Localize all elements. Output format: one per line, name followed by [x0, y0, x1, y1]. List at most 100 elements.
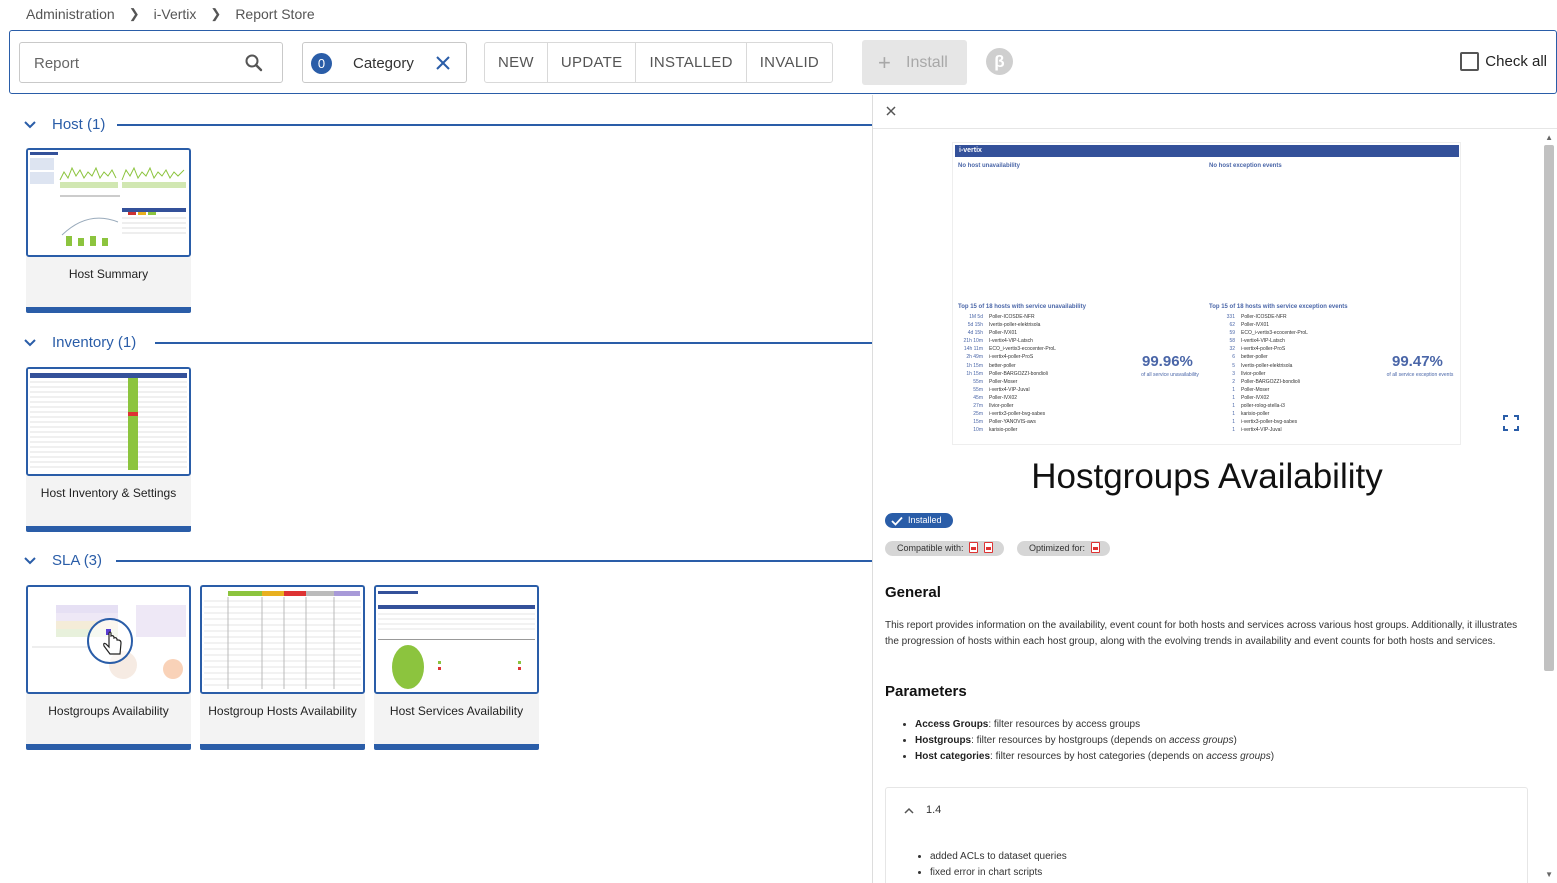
install-button[interactable]: + Install — [862, 40, 967, 85]
breadcrumb-administration[interactable]: Administration — [26, 6, 115, 22]
changelog-item: added ACLs to dataset queries — [930, 849, 1067, 865]
category-label: Category — [353, 55, 414, 72]
breadcrumb-report-store: Report Store — [235, 6, 315, 22]
report-card-host-inventory[interactable]: Host Inventory & Settings — [26, 367, 191, 532]
check-all[interactable]: Check all — [1460, 52, 1547, 71]
plus-icon: + — [878, 50, 891, 75]
changelog-version[interactable]: 1.4 — [926, 804, 941, 816]
pdf-icon — [1090, 542, 1100, 553]
section-title: SLA (3) — [52, 552, 103, 569]
section-divider — [155, 342, 872, 344]
beta-icon[interactable]: β — [986, 48, 1013, 75]
report-thumbnail — [26, 148, 191, 257]
filter-new-button[interactable]: NEW — [485, 43, 548, 82]
report-card-title: Host Services Availability — [389, 704, 524, 718]
scrollbar-thumb[interactable] — [1544, 145, 1554, 671]
report-card-title: Hostgroup Hosts Availability — [208, 704, 357, 718]
preview-list-left: 1M 5d Poller-ICOSDE-NFR 5d 15h Ivertix-pol… — [963, 314, 1056, 434]
category-count-badge: 0 — [311, 53, 332, 74]
search-box — [19, 42, 283, 83]
report-card-hostgroups-availability[interactable]: Hostgroups Availability — [26, 585, 191, 750]
parameter-item: Host categories: filter resources by hos… — [915, 749, 1535, 765]
close-icon[interactable] — [885, 105, 897, 117]
preview-pct-right: 99.47% — [1392, 353, 1443, 370]
section-divider — [116, 560, 872, 562]
search-icon[interactable] — [244, 53, 264, 73]
section-sla-header[interactable]: SLA (3) — [22, 552, 102, 569]
scroll-up-arrow-icon[interactable]: ▲ — [1545, 133, 1553, 142]
general-description: This report provides information on the … — [885, 620, 1518, 647]
close-icon[interactable] — [434, 54, 452, 72]
preview-pct-left: 99.96% — [1142, 353, 1193, 370]
filter-update-button[interactable]: UPDATE — [548, 43, 637, 82]
report-card-accent-bar — [26, 744, 191, 750]
report-thumbnail — [26, 367, 191, 476]
section-divider — [117, 124, 872, 126]
report-card-accent-bar — [200, 744, 365, 750]
install-button-label: Install — [906, 54, 948, 71]
compatible-with-tag: Compatible with: — [885, 541, 1004, 556]
chevron-right-icon: ❯ — [210, 6, 222, 21]
chevron-up-icon[interactable] — [904, 806, 914, 816]
section-inventory-header[interactable]: Inventory (1) — [22, 334, 136, 351]
check-all-label: Check all — [1485, 53, 1547, 70]
scroll-down-arrow-icon[interactable]: ▼ — [1545, 870, 1553, 879]
section-host-header[interactable]: Host (1) — [22, 116, 105, 133]
breadcrumb: Administration ❯ i-Vertix ❯ Report Store — [26, 6, 315, 22]
chevron-right-icon: ❯ — [128, 6, 140, 21]
changelog-panel: 1.4 added ACLs to dataset queries fixed … — [885, 787, 1528, 883]
report-card-accent-bar — [374, 744, 539, 750]
preview-table-title-right: Top 15 of 18 hosts with service exceptio… — [1209, 304, 1348, 310]
preview-note-right: No host exception events — [1209, 163, 1282, 169]
search-input[interactable] — [34, 53, 234, 73]
chevron-down-icon — [24, 338, 36, 346]
preview-caption-right: of all service exception events — [1386, 372, 1454, 378]
report-card-hostgroup-hosts-availability[interactable]: Hostgroup Hosts Availability — [200, 585, 365, 750]
fullscreen-icon[interactable] — [1503, 415, 1519, 431]
report-card-accent-bar — [26, 526, 191, 532]
preview-note-left: No host unavailability — [958, 163, 1021, 169]
detail-panel-topbar — [873, 95, 1557, 129]
hand-cursor-icon — [103, 629, 122, 655]
report-card-host-services-availability[interactable]: Host Services Availability — [374, 585, 539, 750]
preview-list-right: 331 Poller-ICOSDE-NFR 62 Poller-IVX01 59 EC… — [1226, 314, 1308, 434]
parameters-heading: Parameters — [885, 683, 967, 700]
optimized-for-label: Optimized for: — [1029, 543, 1086, 553]
filter-installed-button[interactable]: INSTALLED — [636, 43, 747, 82]
preview-caption-left: of all service unavailability — [1141, 372, 1199, 378]
preview-table-title-left: Top 15 of 18 hosts with service unavaila… — [958, 304, 1086, 310]
chevron-down-icon — [24, 120, 36, 128]
parameter-item: Hostgroups: filter resources by hostgrou… — [915, 733, 1535, 749]
section-title: Host (1) — [52, 116, 106, 133]
compatible-with-label: Compatible with: — [897, 543, 964, 553]
report-card-accent-bar — [26, 307, 191, 313]
parameters-list: Access Groups: filter resources by acces… — [915, 717, 1535, 765]
check-all-checkbox[interactable] — [1460, 52, 1480, 71]
pdf-icon — [969, 542, 979, 553]
preview-header: i-vertix — [955, 145, 1459, 157]
report-detail-panel: ▲ ▼ i-vertix No host unavailability No h… — [872, 95, 1557, 883]
filter-invalid-button[interactable]: INVALID — [747, 43, 832, 82]
report-card-title: Host Inventory & Settings — [40, 486, 177, 500]
report-card-title: Hostgroups Availability — [48, 704, 169, 718]
installed-badge-label: Installed — [908, 515, 942, 525]
report-card-title: Host Summary — [68, 267, 149, 281]
toolbar: 0 Category NEW UPDATE INSTALLED INVALID … — [9, 30, 1557, 94]
breadcrumb-i-vertix[interactable]: i-Vertix — [154, 6, 197, 22]
pdf-icon — [983, 542, 993, 553]
report-preview-image: i-vertix No host unavailability No host … — [952, 142, 1461, 445]
category-select[interactable]: 0 Category — [302, 42, 467, 83]
status-filter-group: NEW UPDATE INSTALLED INVALID — [484, 42, 834, 83]
check-icon — [891, 516, 903, 526]
chevron-down-icon — [24, 556, 36, 564]
installed-badge: Installed — [885, 513, 953, 528]
report-title: Hostgroups Availability — [1031, 457, 1383, 496]
section-title: Inventory (1) — [52, 334, 137, 351]
parameter-item: Access Groups: filter resources by acces… — [915, 717, 1535, 733]
changelog-list: added ACLs to dataset queries fixed erro… — [930, 849, 1067, 881]
optimized-for-tag: Optimized for: — [1017, 541, 1110, 556]
report-card-host-summary[interactable]: Host Summary — [26, 148, 191, 313]
report-thumbnail — [374, 585, 539, 694]
report-thumbnail — [200, 585, 365, 694]
changelog-item: fixed error in chart scripts — [930, 865, 1067, 881]
